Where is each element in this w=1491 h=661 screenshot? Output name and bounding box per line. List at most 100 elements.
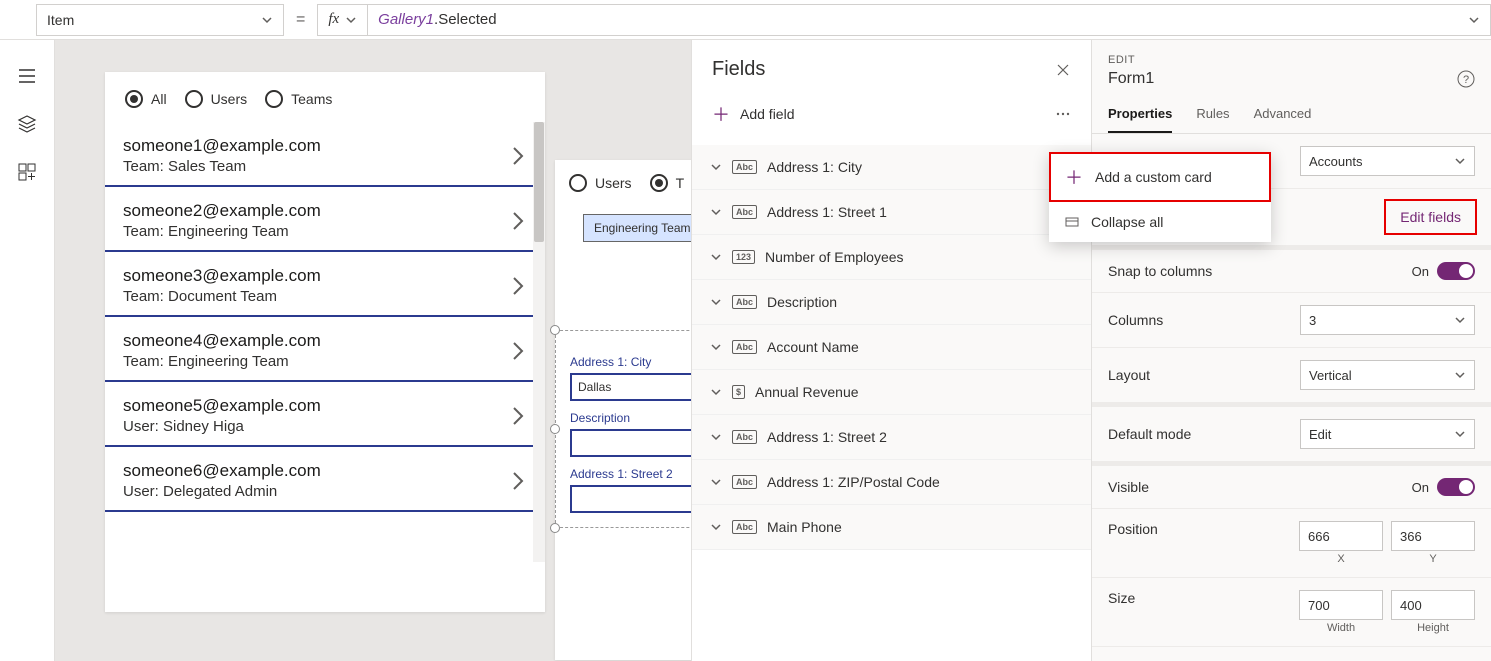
prop-label: Snap to columns <box>1108 263 1212 279</box>
menu-add-custom-card[interactable]: ＋ Add a custom card <box>1049 152 1271 202</box>
list-item[interactable]: someone5@example.comUser: Sidney Higa <box>105 382 545 447</box>
chevron-down-icon <box>710 431 722 443</box>
fields-list: AbcAddress 1: CityAbcAddress 1: Street 1… <box>692 145 1091 550</box>
field-row[interactable]: AbcMain Phone <box>692 505 1091 550</box>
size-height-input[interactable]: 400 <box>1391 590 1475 620</box>
position-x-input[interactable]: 666 <box>1299 521 1383 551</box>
property-selector[interactable]: Item <box>36 4 284 36</box>
more-icon[interactable] <box>1055 106 1071 122</box>
radio-option[interactable]: Users <box>569 174 632 192</box>
list-item[interactable]: someone1@example.comTeam: Sales Team <box>105 122 545 187</box>
field-row[interactable]: $Annual Revenue <box>692 370 1091 415</box>
gallery1[interactable]: All Users Teams someone1@example.comTeam: … <box>105 72 545 612</box>
left-rail <box>0 40 55 661</box>
scrollbar-thumb[interactable] <box>534 122 544 242</box>
item-subtitle: User: Sidney Higa <box>123 418 321 435</box>
list-item[interactable]: someone3@example.comTeam: Document Team <box>105 252 545 317</box>
resize-handle[interactable] <box>550 424 560 434</box>
fx-button[interactable]: fx <box>317 4 368 36</box>
list-item[interactable]: someone4@example.comTeam: Engineering Te… <box>105 317 545 382</box>
form-preview[interactable]: Address 1: CityDallasDescriptionAddress … <box>555 330 691 528</box>
insert-icon[interactable] <box>17 162 37 182</box>
resize-handle[interactable] <box>550 523 560 533</box>
chevron-right-icon <box>509 403 527 429</box>
chevron-down-icon <box>710 296 722 308</box>
form-field-label: Address 1: City <box>570 355 691 369</box>
layout-select[interactable]: Vertical <box>1300 360 1475 390</box>
prop-position: Position 666 X 366 Y <box>1092 509 1491 578</box>
columns-select[interactable]: 3 <box>1300 305 1475 335</box>
field-row[interactable]: AbcAddress 1: Street 2 <box>692 415 1091 460</box>
data-source-select[interactable]: Accounts <box>1300 146 1475 176</box>
layers-icon[interactable] <box>17 114 37 134</box>
radio-option[interactable]: Teams <box>265 90 332 108</box>
radio-option[interactable]: T <box>650 174 685 192</box>
chevron-down-icon <box>710 251 722 263</box>
fields-panel-title: Fields <box>712 58 765 81</box>
position-y-input[interactable]: 366 <box>1391 521 1475 551</box>
gallery2[interactable]: Users T Engineering Team Address 1: City D… <box>555 160 691 660</box>
gallery1-list[interactable]: someone1@example.comTeam: Sales Teamsome… <box>105 122 545 562</box>
resize-handle[interactable] <box>550 325 560 335</box>
size-width-input[interactable]: 700 <box>1299 590 1383 620</box>
item-subtitle: User: Delegated Admin <box>123 483 321 500</box>
chevron-down-icon[interactable] <box>1468 14 1480 26</box>
visible-toggle[interactable] <box>1437 478 1475 496</box>
chevron-right-icon <box>509 143 527 169</box>
radio-circle-icon <box>265 90 283 108</box>
close-icon[interactable] <box>1055 62 1071 78</box>
plus-icon: ＋ <box>712 101 730 127</box>
radio-label: All <box>151 91 167 107</box>
tab-properties[interactable]: Properties <box>1108 96 1172 133</box>
control-name: Form1 <box>1108 70 1154 88</box>
tab-rules[interactable]: Rules <box>1196 96 1229 133</box>
form-field-input[interactable] <box>570 485 691 513</box>
select-value: Accounts <box>1309 154 1362 169</box>
prop-label: Layout <box>1108 367 1150 383</box>
snap-toggle[interactable] <box>1437 262 1475 280</box>
chevron-down-icon <box>710 341 722 353</box>
form-field-input[interactable] <box>570 429 691 457</box>
list-item[interactable]: someone2@example.comTeam: Engineering Te… <box>105 187 545 252</box>
dim-label: Width <box>1327 622 1355 634</box>
item-subtitle: Team: Engineering Team <box>123 223 321 240</box>
field-name: Number of Employees <box>765 249 904 265</box>
radio-option[interactable]: All <box>125 90 167 108</box>
select-value: Vertical <box>1309 368 1352 383</box>
chevron-right-icon <box>509 338 527 364</box>
field-name: Address 1: Street 1 <box>767 204 887 220</box>
menu-collapse-all[interactable]: Collapse all <box>1049 202 1271 242</box>
menu-label: Add a custom card <box>1095 169 1212 185</box>
field-row[interactable]: 123 Number of Employees <box>692 235 1091 280</box>
formula-input[interactable]: Gallery1.Selected <box>368 4 1491 36</box>
field-row[interactable]: AbcAddress 1: City <box>692 145 1091 190</box>
help-icon[interactable]: ? <box>1457 70 1475 88</box>
prop-label: Default mode <box>1108 426 1191 442</box>
field-row[interactable]: AbcAddress 1: Street 1 <box>692 190 1091 235</box>
tab-advanced[interactable]: Advanced <box>1254 96 1312 133</box>
edit-fields-button[interactable]: Edit fields <box>1386 201 1475 233</box>
dim-label: Height <box>1417 622 1449 634</box>
field-row[interactable]: AbcAccount Name <box>692 325 1091 370</box>
hamburger-icon[interactable] <box>17 66 37 86</box>
form-field-input[interactable]: Dallas <box>570 373 691 401</box>
list-item[interactable]: someone6@example.comUser: Delegated Admi… <box>105 447 545 512</box>
field-row[interactable]: AbcAddress 1: ZIP/Postal Code <box>692 460 1091 505</box>
selected-team-label[interactable]: Engineering Team <box>583 214 691 242</box>
field-row[interactable]: AbcDescription <box>692 280 1091 325</box>
formula-bar: Item = fx Gallery1.Selected <box>0 0 1491 40</box>
radio-circle-icon <box>650 174 668 192</box>
prop-columns: Columns 3 <box>1092 293 1491 348</box>
form-field-label: Address 1: Street 2 <box>570 467 691 481</box>
field-type-badge: $ <box>732 385 745 399</box>
default-mode-select[interactable]: Edit <box>1300 419 1475 449</box>
prop-label: Position <box>1108 521 1158 537</box>
chevron-down-icon <box>345 14 357 26</box>
field-type-badge: 123 <box>732 250 755 264</box>
field-type-badge: Abc <box>732 160 757 174</box>
scrollbar-track[interactable] <box>533 122 545 562</box>
radio-option[interactable]: Users <box>185 90 248 108</box>
formula-token-selected: .Selected <box>434 11 497 28</box>
canvas[interactable]: All Users Teams someone1@example.comTeam: … <box>55 40 691 661</box>
add-field-button[interactable]: ＋ Add field <box>712 101 794 127</box>
